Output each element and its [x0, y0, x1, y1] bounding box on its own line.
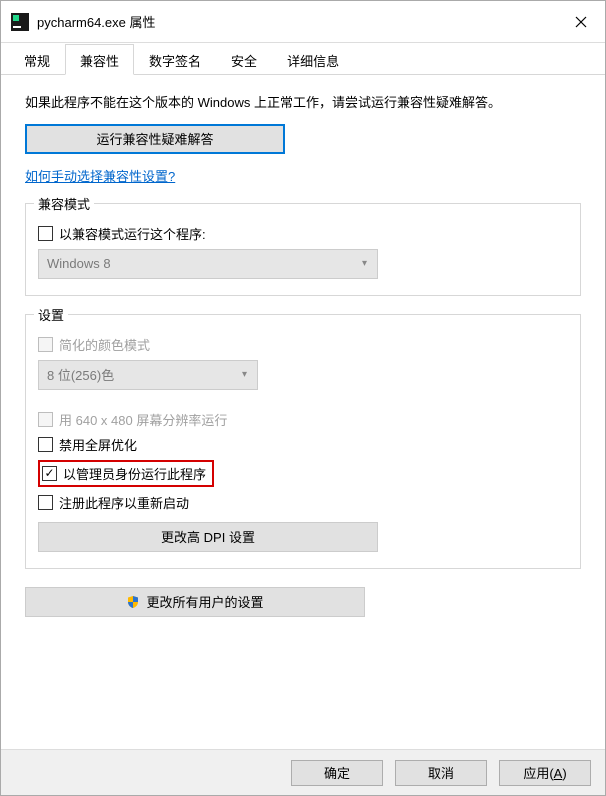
tab-details[interactable]: 详细信息 — [272, 44, 354, 75]
run-troubleshooter-label: 运行兼容性疑难解答 — [96, 129, 213, 148]
reduced-color-row: 简化的颜色模式 — [38, 335, 568, 354]
titlebar: pycharm64.exe 属性 — [1, 1, 605, 43]
close-button[interactable] — [557, 1, 605, 43]
tab-strip: 常规 兼容性 数字签名 安全 详细信息 — [1, 43, 605, 75]
change-dpi-settings-label: 更改高 DPI 设置 — [161, 527, 255, 546]
settings-group: 设置 简化的颜色模式 8 位(256)色 ▾ 用 640 x 480 屏幕分辨率… — [25, 314, 581, 569]
disable-fullscreen-label: 禁用全屏优化 — [59, 435, 137, 454]
color-depth-combo-value: 8 位(256)色 — [47, 365, 114, 384]
apply-button-label: 应用(A) — [523, 763, 566, 782]
tab-security[interactable]: 安全 — [216, 44, 272, 75]
description-text: 如果此程序不能在这个版本的 Windows 上正常工作，请尝试运行兼容性疑难解答… — [25, 93, 581, 114]
run-as-admin-label: 以管理员身份运行此程序 — [63, 464, 206, 483]
color-depth-combo: 8 位(256)色 ▾ — [38, 360, 258, 390]
compat-mode-group: 兼容模式 以兼容模式运行这个程序: Windows 8 ▾ — [25, 203, 581, 296]
dialog-footer: 确定 取消 应用(A) — [1, 749, 605, 795]
compat-mode-checkbox-label: 以兼容模式运行这个程序: — [59, 224, 206, 243]
tab-general[interactable]: 常规 — [9, 44, 65, 75]
lowres-label: 用 640 x 480 屏幕分辨率运行 — [59, 410, 227, 429]
change-all-users-button[interactable]: 更改所有用户的设置 — [25, 587, 365, 617]
ok-button-label: 确定 — [324, 763, 350, 782]
apply-button[interactable]: 应用(A) — [499, 760, 591, 786]
disable-fullscreen-checkbox[interactable] — [38, 437, 53, 452]
settings-legend: 设置 — [34, 305, 68, 324]
tab-compatibility[interactable]: 兼容性 — [65, 44, 134, 75]
register-restart-label: 注册此程序以重新启动 — [59, 493, 189, 512]
app-icon — [11, 13, 29, 31]
tab-digital-signatures[interactable]: 数字签名 — [134, 44, 216, 75]
reduced-color-label: 简化的颜色模式 — [59, 335, 150, 354]
lowres-checkbox — [38, 412, 53, 427]
compat-mode-checkbox[interactable] — [38, 226, 53, 241]
compat-mode-legend: 兼容模式 — [34, 194, 94, 213]
window-title: pycharm64.exe 属性 — [37, 12, 156, 31]
shield-icon — [126, 595, 140, 609]
run-as-admin-checkbox[interactable] — [42, 466, 57, 481]
compat-mode-checkbox-row: 以兼容模式运行这个程序: — [38, 224, 568, 243]
disable-fullscreen-row: 禁用全屏优化 — [38, 435, 568, 454]
compat-mode-combo[interactable]: Windows 8 ▾ — [38, 249, 378, 279]
close-icon — [575, 16, 587, 28]
chevron-down-icon: ▾ — [362, 258, 367, 269]
reduced-color-checkbox — [38, 337, 53, 352]
chevron-down-icon: ▾ — [242, 369, 247, 380]
ok-button[interactable]: 确定 — [291, 760, 383, 786]
cancel-button[interactable]: 取消 — [395, 760, 487, 786]
change-all-users-label: 更改所有用户的设置 — [146, 592, 263, 611]
manual-settings-link[interactable]: 如何手动选择兼容性设置? — [25, 166, 175, 185]
cancel-button-label: 取消 — [428, 763, 454, 782]
lowres-row: 用 640 x 480 屏幕分辨率运行 — [38, 410, 568, 429]
tab-content: 如果此程序不能在这个版本的 Windows 上正常工作，请尝试运行兼容性疑难解答… — [1, 75, 605, 629]
register-restart-checkbox[interactable] — [38, 495, 53, 510]
change-dpi-settings-button[interactable]: 更改高 DPI 设置 — [38, 522, 378, 552]
compat-mode-combo-value: Windows 8 — [47, 256, 111, 271]
run-as-admin-highlight: 以管理员身份运行此程序 — [38, 460, 214, 487]
run-troubleshooter-button[interactable]: 运行兼容性疑难解答 — [25, 124, 285, 154]
register-restart-row: 注册此程序以重新启动 — [38, 493, 568, 512]
